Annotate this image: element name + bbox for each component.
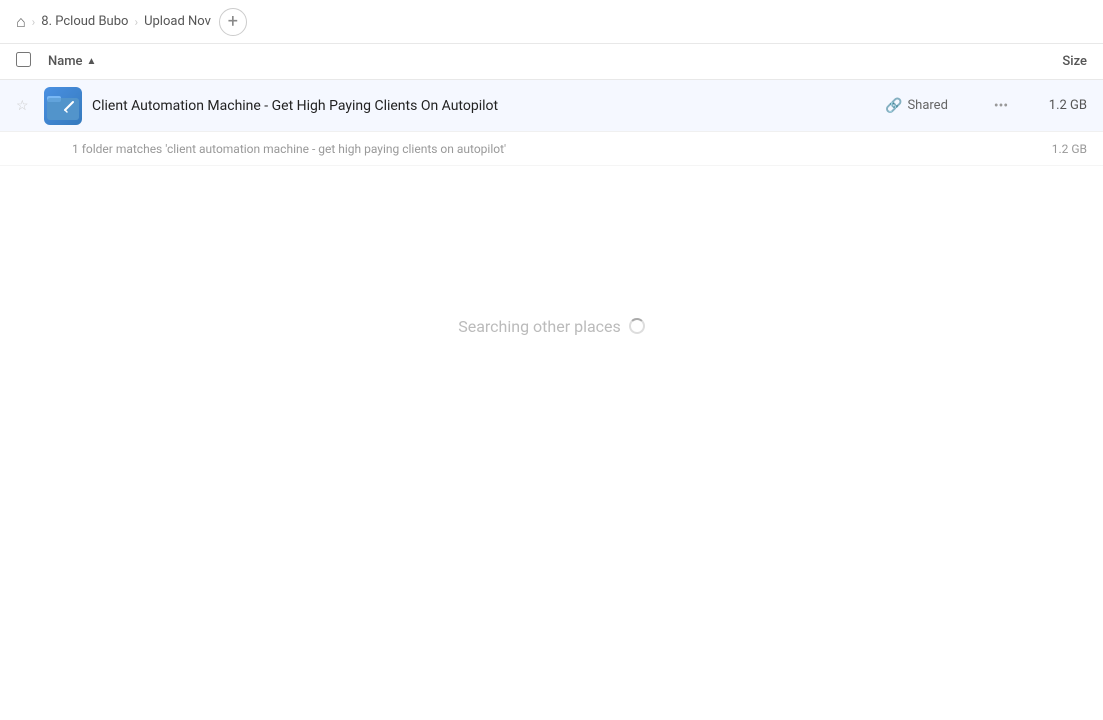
loading-spinner [629, 318, 645, 334]
home-icon: ⌂ [16, 12, 26, 32]
add-icon: + [228, 11, 238, 32]
header-name[interactable]: Name ▲ [48, 54, 1007, 69]
match-info-size: 1.2 GB [1052, 142, 1087, 156]
match-info-text: 1 folder matches 'client automation mach… [72, 142, 1052, 156]
shared-badge: 🔗 Shared [885, 98, 975, 114]
file-row[interactable]: ☆ Client Automation Machine - Get High P… [0, 80, 1103, 132]
folder-icon [44, 87, 82, 125]
header-checkbox[interactable] [16, 52, 48, 71]
star-icon[interactable]: ☆ [16, 98, 40, 114]
link-icon: 🔗 [885, 98, 902, 114]
breadcrumb-label-2: Upload Nov [144, 14, 211, 29]
breadcrumb-item-2[interactable]: Upload Nov [144, 14, 211, 29]
breadcrumb-sep-1: › [32, 15, 36, 29]
header-size[interactable]: Size [1007, 54, 1087, 69]
ellipsis-icon: ••• [994, 98, 1008, 114]
breadcrumb-item-1[interactable]: 8. Pcloud Bubo [41, 14, 128, 29]
breadcrumb-sep-2: › [134, 15, 138, 29]
searching-text: Searching other places [458, 317, 621, 336]
breadcrumb-add-button[interactable]: + [219, 8, 247, 36]
select-all-checkbox[interactable] [16, 52, 31, 67]
breadcrumb-bar: ⌂ › 8. Pcloud Bubo › Upload Nov + [0, 0, 1103, 44]
file-size: 1.2 GB [1027, 98, 1087, 113]
column-headers: Name ▲ Size [0, 44, 1103, 80]
size-label: Size [1062, 54, 1087, 69]
file-name: Client Automation Machine - Get High Pay… [92, 98, 885, 114]
breadcrumb-home[interactable]: ⌂ [16, 12, 26, 32]
shared-label: Shared [907, 98, 947, 113]
sort-arrow-icon: ▲ [87, 56, 97, 67]
name-label: Name [48, 54, 83, 69]
more-options-button[interactable]: ••• [987, 92, 1015, 120]
searching-area: Searching other places [0, 166, 1103, 486]
breadcrumb-label-1: 8. Pcloud Bubo [41, 14, 128, 29]
match-info-row: 1 folder matches 'client automation mach… [0, 132, 1103, 166]
